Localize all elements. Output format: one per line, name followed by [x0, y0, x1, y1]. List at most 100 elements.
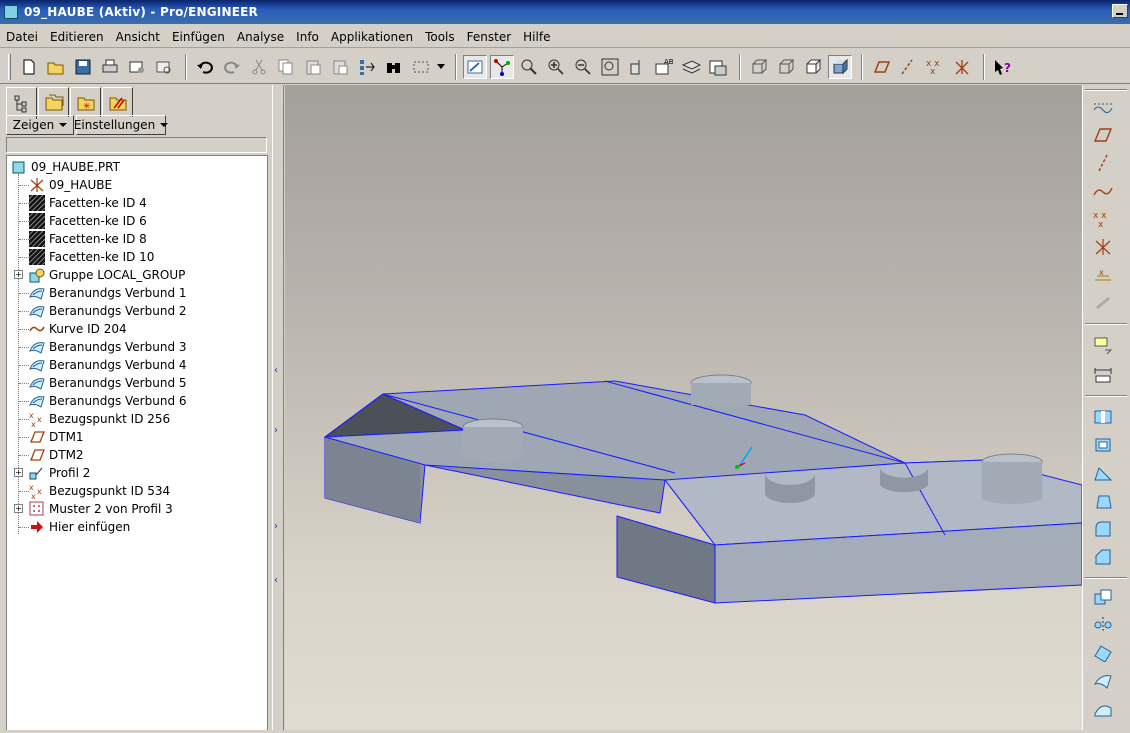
- tree-root[interactable]: 09_HAUBE.PRT: [7, 158, 267, 176]
- tree-item[interactable]: Kurve ID 204: [7, 320, 267, 338]
- csys-display-icon[interactable]: [950, 55, 974, 79]
- saved-views-icon[interactable]: AB: [652, 55, 676, 79]
- collapse-left-icon[interactable]: ‹: [274, 575, 278, 586]
- datum-point-display-icon[interactable]: x xx: [923, 55, 947, 79]
- menu-datei[interactable]: Datei: [6, 30, 38, 44]
- selection-box-icon[interactable]: [409, 55, 433, 79]
- rib-tool-icon[interactable]: [1091, 461, 1115, 485]
- shell-tool-icon[interactable]: [1091, 433, 1115, 457]
- regenerate-icon[interactable]: [355, 55, 379, 79]
- shading-icon[interactable]: [828, 54, 852, 79]
- dimension-tool-icon[interactable]: [1091, 363, 1115, 387]
- trim-tool-icon[interactable]: [1091, 669, 1115, 693]
- tab-connections[interactable]: [102, 87, 133, 117]
- copy-icon[interactable]: [274, 55, 298, 79]
- undo-icon[interactable]: [193, 55, 217, 79]
- menu-tools[interactable]: Tools: [425, 30, 455, 44]
- expand-toggle[interactable]: +: [14, 504, 23, 513]
- analysis-feature-icon[interactable]: x: [1091, 263, 1115, 287]
- panel-splitter[interactable]: ‹ › › ‹: [272, 85, 284, 730]
- tree-item[interactable]: DTM2: [7, 446, 267, 464]
- settings-dropdown[interactable]: Einstellungen: [74, 115, 169, 135]
- hole-tool-icon[interactable]: [1091, 405, 1115, 429]
- tree-item[interactable]: Beranundgs Verbund 4: [7, 356, 267, 374]
- open-folder-icon[interactable]: [44, 55, 68, 79]
- print-icon[interactable]: [98, 55, 122, 79]
- tree-item[interactable]: Facetten-ke ID 6: [7, 212, 267, 230]
- sketch-tool-icon[interactable]: [1091, 95, 1115, 119]
- menu-info[interactable]: Info: [296, 30, 319, 44]
- tree-item[interactable]: + Gruppe LOCAL_GROUP: [7, 266, 267, 284]
- tab-folder-browser[interactable]: [38, 87, 69, 117]
- menu-fenster[interactable]: Fenster: [467, 30, 512, 44]
- minimize-button[interactable]: [1112, 4, 1128, 18]
- menu-applikationen[interactable]: Applikationen: [331, 30, 413, 44]
- reorient-icon[interactable]: [625, 55, 649, 79]
- expand-right-icon[interactable]: ›: [274, 425, 278, 436]
- datum-point-tool-icon[interactable]: x xx: [1091, 207, 1115, 231]
- spin-center-icon[interactable]: [490, 54, 514, 79]
- repaint-icon[interactable]: [463, 54, 487, 79]
- tree-item[interactable]: + Muster 2 von Profil 3: [7, 500, 267, 518]
- selection-dropdown-icon[interactable]: [436, 55, 446, 79]
- hidden-line-icon[interactable]: [774, 55, 798, 79]
- tree-item[interactable]: 09_HAUBE: [7, 176, 267, 194]
- datum-plane-tool-icon[interactable]: [1091, 123, 1115, 147]
- tree-item[interactable]: xxx Bezugspunkt ID 534: [7, 482, 267, 500]
- tree-item[interactable]: Beranundgs Verbund 1: [7, 284, 267, 302]
- paste-special-icon[interactable]: [328, 55, 352, 79]
- collapse-left-icon[interactable]: ‹: [274, 365, 278, 376]
- context-help-icon[interactable]: ?: [991, 55, 1015, 79]
- menu-editieren[interactable]: Editieren: [50, 30, 104, 44]
- datum-plane-display-icon[interactable]: [869, 55, 893, 79]
- paste-icon[interactable]: [301, 55, 325, 79]
- tree-item[interactable]: + Profil 2: [7, 464, 267, 482]
- copy-feature-icon[interactable]: [1091, 585, 1115, 609]
- view-manager-icon[interactable]: [706, 55, 730, 79]
- menu-hilfe[interactable]: Hilfe: [523, 30, 550, 44]
- tree-item[interactable]: Hier einfügen: [7, 518, 267, 536]
- new-file-icon[interactable]: [17, 55, 41, 79]
- menu-analyse[interactable]: Analyse: [237, 30, 284, 44]
- model-3d-view[interactable]: [285, 85, 1083, 730]
- tree-item[interactable]: Facetten-ke ID 8: [7, 230, 267, 248]
- send-mail-icon[interactable]: [125, 55, 149, 79]
- datum-axis-display-icon[interactable]: [896, 55, 920, 79]
- toolbar-grip[interactable]: [8, 53, 11, 80]
- cut-icon[interactable]: [247, 55, 271, 79]
- expand-toggle[interactable]: +: [14, 270, 23, 279]
- note-tool-icon[interactable]: [1091, 333, 1115, 357]
- tree-item[interactable]: DTM1: [7, 428, 267, 446]
- tree-item[interactable]: Beranundgs Verbund 6: [7, 392, 267, 410]
- no-hidden-icon[interactable]: [801, 55, 825, 79]
- chamfer-tool-icon[interactable]: [1091, 545, 1115, 569]
- tree-filter-field[interactable]: [6, 137, 267, 153]
- tree-item[interactable]: Facetten-ke ID 4: [7, 194, 267, 212]
- expand-right-icon[interactable]: ›: [274, 521, 278, 532]
- tree-item[interactable]: Facetten-ke ID 10: [7, 248, 267, 266]
- send-link-icon[interactable]: [152, 55, 176, 79]
- tree-item[interactable]: Beranundgs Verbund 3: [7, 338, 267, 356]
- tree-item[interactable]: Beranundgs Verbund 5: [7, 374, 267, 392]
- tree-item[interactable]: xxx Bezugspunkt ID 256: [7, 410, 267, 428]
- menu-ansicht[interactable]: Ansicht: [116, 30, 160, 44]
- expand-toggle[interactable]: +: [14, 468, 23, 477]
- mirror-tool-icon[interactable]: [1091, 613, 1115, 637]
- menu-einfuegen[interactable]: Einfügen: [172, 30, 225, 44]
- zoom-in-icon[interactable]: [544, 55, 568, 79]
- zoom-out-icon[interactable]: [571, 55, 595, 79]
- datum-curve-tool-icon[interactable]: [1091, 179, 1115, 203]
- round-tool-icon[interactable]: [1091, 517, 1115, 541]
- graphics-window[interactable]: [285, 85, 1083, 730]
- save-icon[interactable]: [71, 55, 95, 79]
- redo-icon[interactable]: [220, 55, 244, 79]
- orient-mode-icon[interactable]: [517, 55, 541, 79]
- chain-link-icon[interactable]: [1091, 291, 1115, 315]
- draft-tool-icon[interactable]: [1091, 489, 1115, 513]
- merge-tool-icon[interactable]: [1091, 641, 1115, 665]
- csys-tool-icon[interactable]: [1091, 235, 1115, 259]
- extend-tool-icon[interactable]: [1091, 697, 1115, 721]
- refit-icon[interactable]: [598, 55, 622, 79]
- layers-icon[interactable]: [679, 55, 703, 79]
- find-binoculars-icon[interactable]: [382, 55, 406, 79]
